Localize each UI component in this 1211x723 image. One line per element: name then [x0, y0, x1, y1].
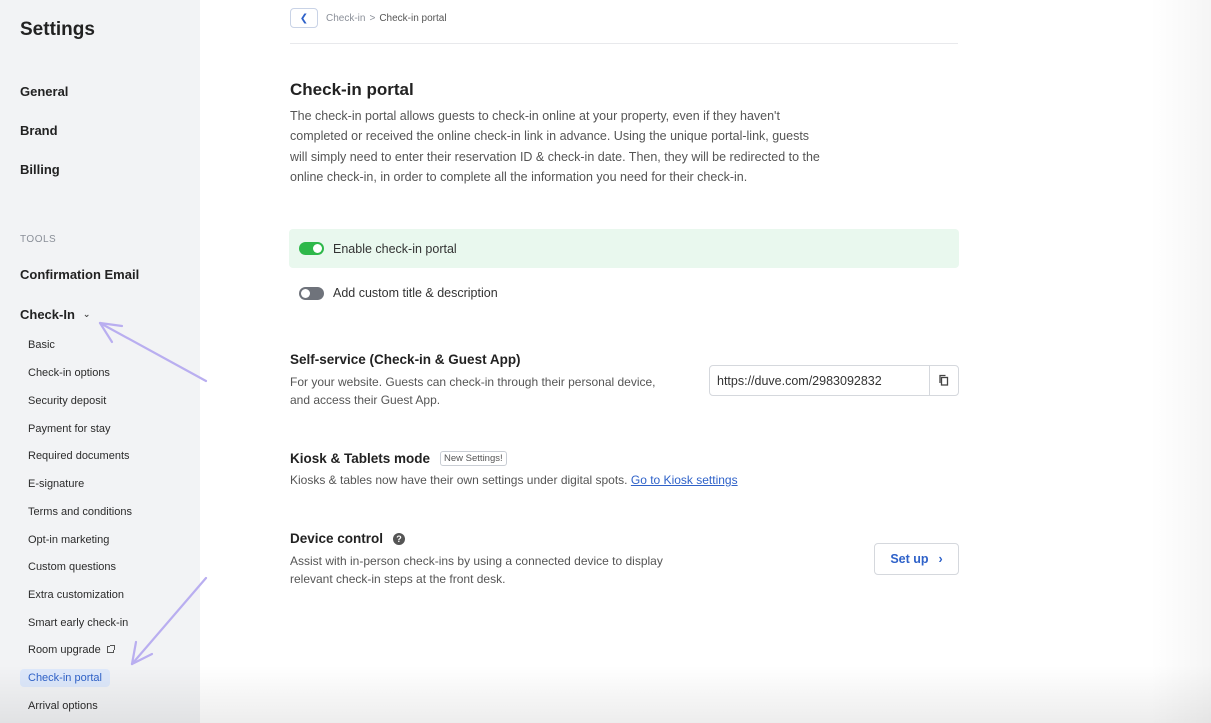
sidebar-item-general[interactable]: General [20, 84, 68, 99]
breadcrumb-parent[interactable]: Check-in [326, 13, 365, 24]
set-up-label: Set up [890, 552, 929, 566]
settings-sidebar: Settings General Brand Billing TOOLS Con… [0, 0, 200, 723]
sidebar-item-label: Room upgrade [28, 644, 101, 656]
sidebar-item-basic[interactable]: Basic [28, 339, 55, 351]
sidebar-item-confirmation-email[interactable]: Confirmation Email [20, 267, 139, 282]
custom-title-toggle[interactable] [299, 286, 324, 300]
chevron-left-icon: ❮ [299, 12, 309, 24]
set-up-button[interactable]: Set up › [874, 543, 959, 575]
copy-icon [939, 374, 949, 386]
new-settings-badge: New Settings! [440, 451, 507, 466]
kiosk-description: Kiosks & tables now have their own setti… [290, 472, 850, 490]
sidebar-item-check-in-options[interactable]: Check-in options [28, 367, 110, 379]
sidebar-group-label: Check-In [20, 307, 75, 322]
kiosk-title: Kiosk & Tablets mode [290, 451, 431, 466]
kiosk-text: Kiosks & tables now have their own setti… [290, 473, 628, 487]
sidebar-group-check-in[interactable]: Check-In ⌄ [20, 307, 90, 322]
chevron-down-icon: ⌄ [82, 309, 91, 319]
sidebar-item-opt-in-marketing[interactable]: Opt-in marketing [28, 534, 109, 546]
tools-section-label: TOOLS [20, 234, 57, 245]
toggle-knob [313, 244, 322, 253]
sidebar-item-terms-and-conditions[interactable]: Terms and conditions [28, 506, 132, 518]
custom-title-label: Add custom title & description [333, 286, 498, 300]
device-control-description: Assist with in-person check-ins by using… [290, 554, 663, 586]
help-icon[interactable]: ? [393, 532, 406, 545]
enable-portal-row: Enable check-in portal [289, 229, 959, 268]
portal-url-input[interactable] [710, 366, 929, 395]
external-link-icon [106, 645, 115, 653]
breadcrumb-separator: > [369, 12, 376, 24]
custom-title-row: Add custom title & description [299, 286, 498, 300]
kiosk-title-row: Kiosk & Tablets mode New Settings! [290, 451, 507, 466]
breadcrumb-current: Check-in portal [379, 12, 447, 24]
device-control-title-row: Device control ? [290, 531, 406, 546]
sidebar-item-room-upgrade[interactable]: Room upgrade [28, 644, 115, 656]
header-divider [290, 43, 958, 44]
sidebar-item-brand[interactable]: Brand [20, 123, 58, 138]
page-description: The check-in portal allows guests to che… [290, 109, 820, 185]
self-service-description: For your website. Guests can check-in th… [290, 375, 656, 407]
sidebar-item-custom-questions[interactable]: Custom questions [28, 561, 116, 573]
main-content: ❮ Check-in > Check-in portal Check-in po… [200, 0, 1211, 723]
sidebar-item-check-in-portal[interactable]: Check-in portal [20, 669, 110, 687]
portal-url-field[interactable] [709, 365, 959, 396]
enable-portal-toggle[interactable] [299, 242, 324, 255]
sidebar-item-security-deposit[interactable]: Security deposit [28, 395, 106, 407]
copy-url-button[interactable] [929, 366, 958, 395]
sidebar-item-smart-early-check-in[interactable]: Smart early check-in [28, 617, 128, 629]
toggle-knob [301, 288, 310, 298]
sidebar-item-payment-for-stay[interactable]: Payment for stay [28, 423, 111, 435]
sidebar-item-e-signature[interactable]: E-signature [28, 478, 84, 490]
device-control-title: Device control [290, 531, 384, 546]
enable-portal-label: Enable check-in portal [333, 241, 457, 256]
sidebar-item-billing[interactable]: Billing [20, 162, 60, 177]
breadcrumb: ❮ Check-in > Check-in portal [290, 8, 447, 28]
page-title: Check-in portal [290, 80, 414, 99]
sidebar-title: Settings [20, 19, 95, 40]
kiosk-settings-link[interactable]: Go to Kiosk settings [631, 473, 738, 487]
sidebar-item-arrival-options[interactable]: Arrival options [28, 700, 98, 712]
self-service-title: Self-service (Check-in & Guest App) [290, 352, 521, 367]
sidebar-item-extra-customization[interactable]: Extra customization [28, 589, 124, 601]
back-button[interactable]: ❮ [290, 8, 318, 28]
sidebar-item-required-documents[interactable]: Required documents [28, 450, 130, 462]
chevron-right-icon: › [938, 552, 943, 566]
